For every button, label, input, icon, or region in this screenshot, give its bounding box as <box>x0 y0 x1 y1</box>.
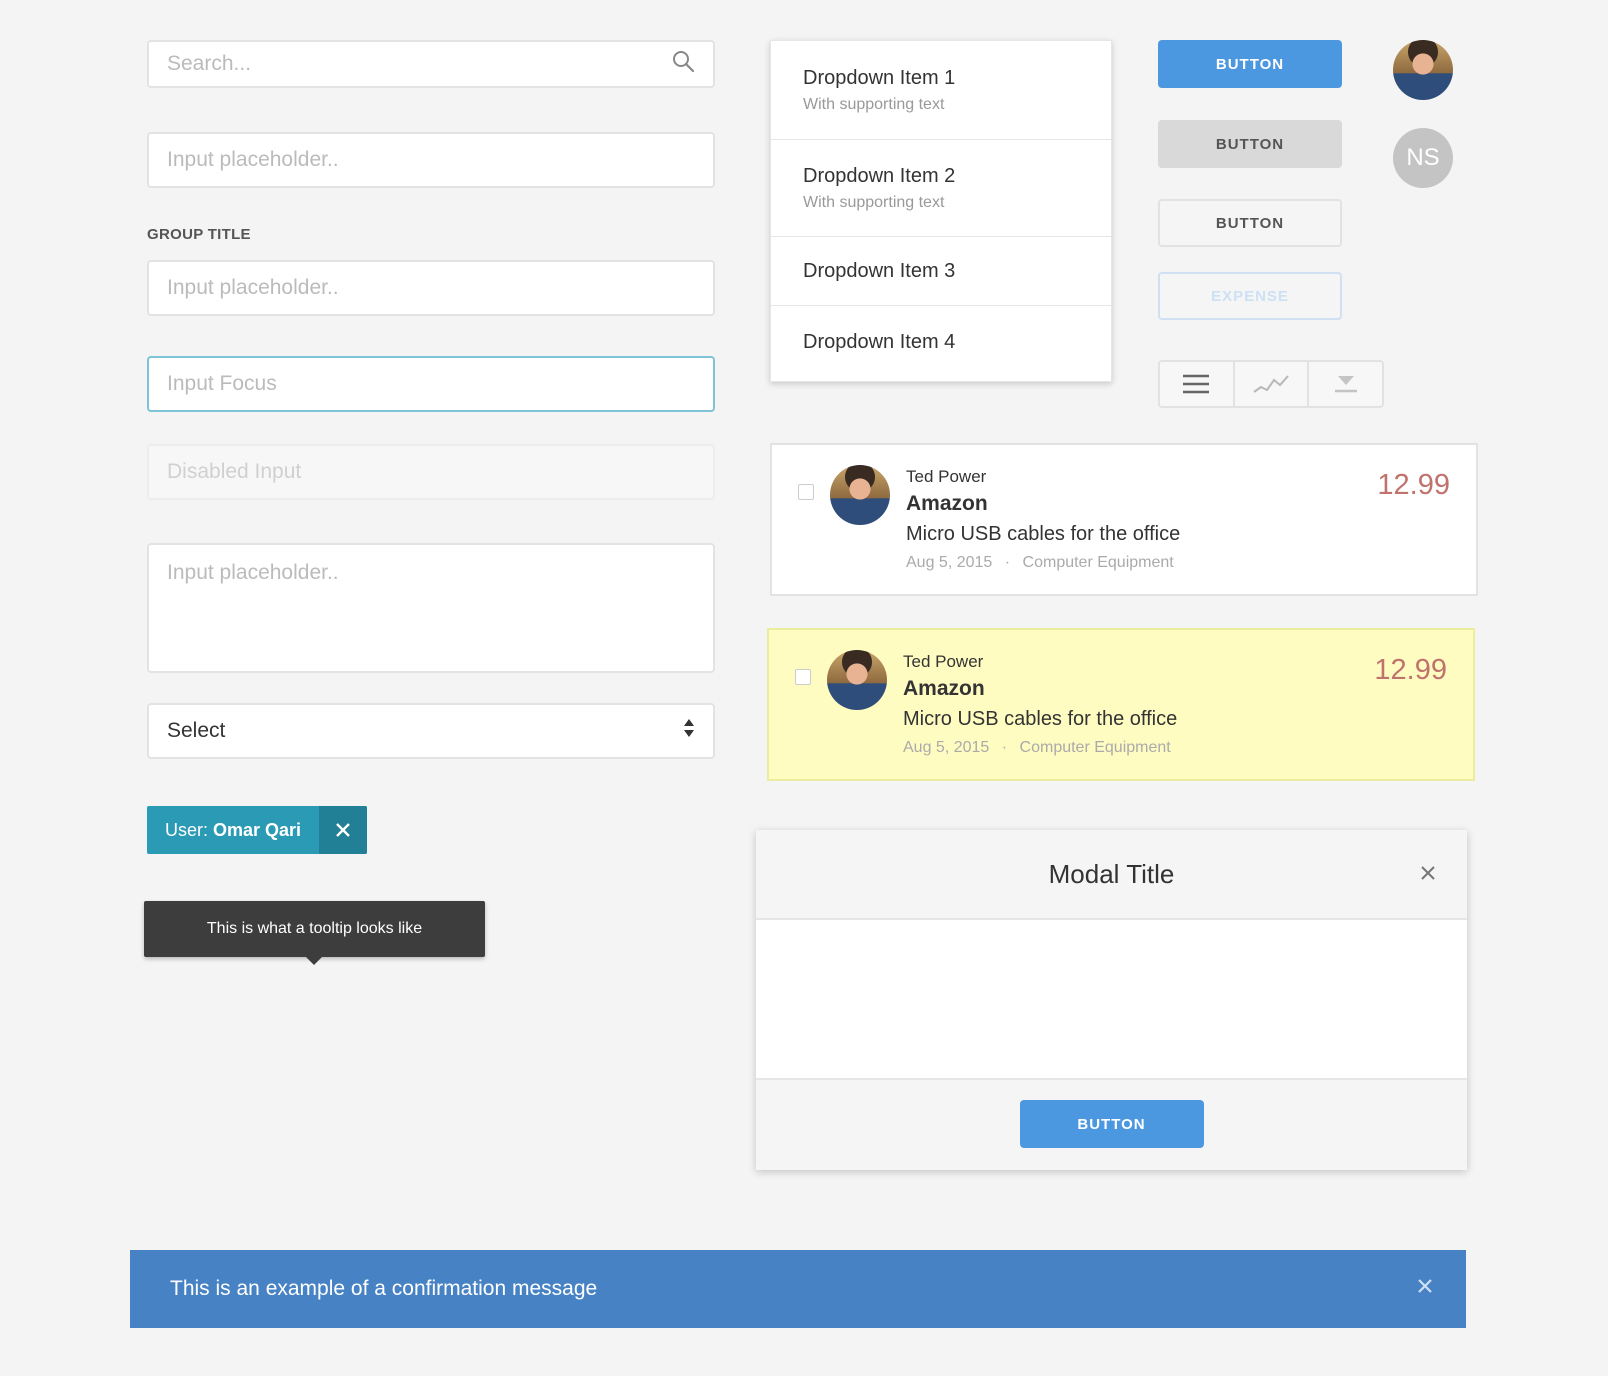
menu-icon <box>1183 374 1210 394</box>
submitter-name: Ted Power <box>903 652 984 671</box>
dropdown-item[interactable]: Dropdown Item 2 With supporting text <box>771 140 1111 237</box>
expense-amount: 12.99 <box>1374 654 1447 686</box>
tag-remove-button[interactable] <box>319 806 368 854</box>
meta-separator: · <box>1001 739 1008 756</box>
modal-title: Modal Title <box>1048 858 1175 889</box>
modal-body <box>756 920 1467 1080</box>
dropdown-item[interactable]: Dropdown Item 3 <box>771 237 1111 306</box>
tag-prefix: User: <box>165 819 209 840</box>
banner-close-button[interactable] <box>1416 1277 1434 1301</box>
modal-primary-button[interactable]: BUTTON <box>1019 1100 1204 1148</box>
expense-amount: 12.99 <box>1377 469 1450 501</box>
tooltip: This is what a tooltip looks like <box>144 901 485 957</box>
select-value: Select <box>167 719 226 742</box>
focused-input-text: Input Focus <box>167 372 277 395</box>
expense-date: Aug 5, 2015 <box>906 554 993 571</box>
modal-footer: BUTTON <box>756 1080 1467 1168</box>
dropdown-item[interactable]: Dropdown Item 1 With supporting text <box>771 41 1111 140</box>
secondary-button[interactable]: BUTTON <box>1158 120 1342 168</box>
textarea-placeholder: Input placeholder.. <box>167 561 339 584</box>
confirmation-banner: This is an example of a confirmation mes… <box>130 1250 1466 1328</box>
dropdown-item-label: Dropdown Item 4 <box>803 331 956 353</box>
list-view-button[interactable] <box>1160 362 1235 406</box>
grouped-input-placeholder: Input placeholder.. <box>167 276 339 299</box>
avatar <box>1393 40 1453 100</box>
download-button[interactable] <box>1309 362 1382 406</box>
expense-checkbox[interactable] <box>795 669 811 685</box>
focused-input[interactable]: Input Focus <box>147 356 715 412</box>
dropdown-item[interactable]: Dropdown Item 4 <box>771 306 1111 379</box>
meta-separator: · <box>1004 554 1011 571</box>
modal: Modal Title BUTTON <box>756 830 1467 1170</box>
expense-button[interactable]: EXPENSE <box>1158 272 1342 320</box>
select-dropdown[interactable]: Select <box>147 703 715 759</box>
merchant-name: Amazon <box>903 677 985 700</box>
expense-date: Aug 5, 2015 <box>903 739 990 756</box>
primary-button[interactable]: BUTTON <box>1158 40 1342 88</box>
banner-message: This is an example of a confirmation mes… <box>170 1277 598 1300</box>
merchant-name: Amazon <box>906 492 988 515</box>
disabled-input: Disabled Input <box>147 444 715 500</box>
modal-close-button[interactable] <box>1419 864 1437 887</box>
expense-category: Computer Equipment <box>1022 554 1174 571</box>
search-input[interactable]: Search... <box>167 52 251 76</box>
group-title: GROUP TITLE <box>147 226 251 243</box>
tag-value: Omar Qari <box>213 819 302 840</box>
dropdown-item-label: Dropdown Item 1 <box>803 66 956 89</box>
text-input-placeholder: Input placeholder.. <box>167 148 339 171</box>
text-input[interactable]: Input placeholder.. <box>147 132 715 188</box>
expense-card-highlighted[interactable]: Ted Power Amazon Micro USB cables for th… <box>767 628 1475 781</box>
user-tag: User: Omar Qari <box>147 806 368 854</box>
close-icon <box>1418 1279 1432 1293</box>
dropdown-item-sub: With supporting text <box>803 193 945 211</box>
submitter-name: Ted Power <box>906 467 987 486</box>
avatar <box>827 650 887 710</box>
expense-checkbox[interactable] <box>798 484 814 500</box>
chart-view-button[interactable] <box>1235 362 1310 406</box>
avatar-initials: NS <box>1393 128 1453 188</box>
tooltip-text: This is what a tooltip looks like <box>206 920 423 937</box>
grouped-input[interactable]: Input placeholder.. <box>147 260 715 316</box>
expense-meta: Aug 5, 2015 · Computer Equipment <box>903 739 1171 757</box>
view-toggle <box>1158 360 1384 408</box>
disabled-input-text: Disabled Input <box>167 460 302 483</box>
expense-card[interactable]: Ted Power Amazon Micro USB cables for th… <box>770 443 1478 596</box>
trend-line-icon <box>1253 375 1289 393</box>
outline-button[interactable]: BUTTON <box>1158 199 1342 247</box>
textarea[interactable]: Input placeholder.. <box>147 543 715 673</box>
download-icon <box>1334 376 1357 393</box>
expense-category: Computer Equipment <box>1019 739 1171 756</box>
dropdown-menu: Dropdown Item 1 With supporting text Dro… <box>770 40 1112 382</box>
expense-description: Micro USB cables for the office <box>906 523 1181 545</box>
tooltip-arrow <box>306 957 322 965</box>
close-icon <box>1421 866 1435 880</box>
dropdown-item-label: Dropdown Item 3 <box>803 259 956 282</box>
avatar <box>830 465 890 525</box>
expense-meta: Aug 5, 2015 · Computer Equipment <box>906 554 1174 572</box>
expense-description: Micro USB cables for the office <box>903 708 1178 730</box>
close-icon <box>336 823 350 837</box>
search-field[interactable]: Search... <box>147 40 715 88</box>
dropdown-item-sub: With supporting text <box>803 95 945 113</box>
dropdown-item-label: Dropdown Item 2 <box>803 164 956 187</box>
select-arrows-icon <box>683 717 695 745</box>
search-icon[interactable] <box>671 49 695 79</box>
modal-header: Modal Title <box>756 830 1467 920</box>
